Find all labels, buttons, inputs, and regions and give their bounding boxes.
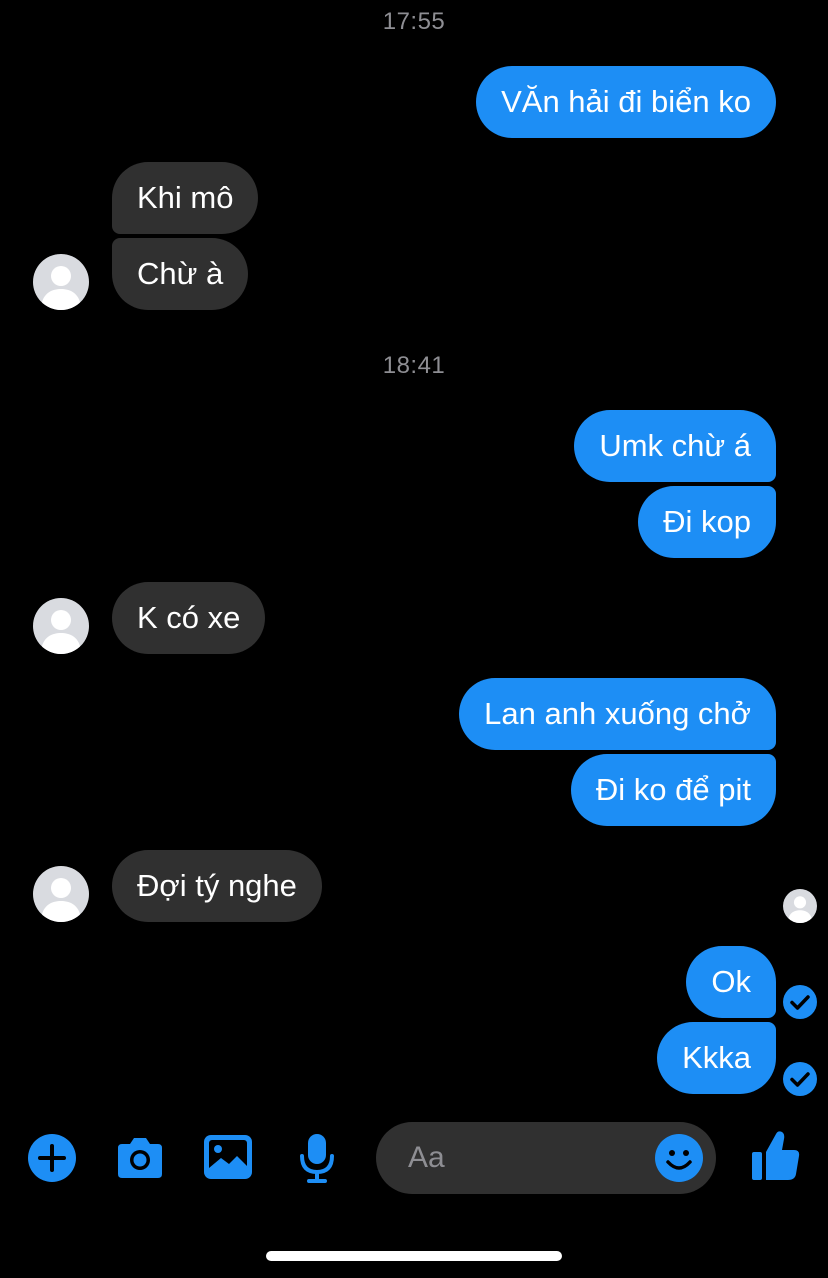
person-silhouette-icon [41,878,81,922]
microphone-icon[interactable] [298,1132,336,1189]
incoming-message[interactable]: Chừ à [112,238,249,310]
seen-receipt-avatar [783,889,817,923]
person-silhouette-icon [41,266,81,310]
outgoing-message[interactable]: Ok [686,946,776,1018]
outgoing-message[interactable]: Đi ko để pit [570,754,776,826]
incoming-message[interactable]: K có xe [112,582,266,654]
outgoing-message[interactable]: Lan anh xuống chở [459,678,776,750]
outgoing-message[interactable]: VĂn hải đi biển ko [476,66,776,138]
thumbs-up-icon[interactable] [750,1128,802,1189]
outgoing-message[interactable]: Umk chừ á [574,410,776,482]
person-silhouette-icon [787,896,813,923]
message-input-placeholder: Aa [408,1141,445,1174]
emoji-icon[interactable] [655,1134,703,1187]
chat-screen: 17:55 VĂn hải đi biển ko Khi mô Chừ à 18… [0,0,828,1278]
contact-avatar[interactable] [33,598,89,654]
contact-avatar[interactable] [33,254,89,310]
timestamp: 17:55 [382,8,446,35]
image-icon[interactable] [203,1134,253,1185]
incoming-message[interactable]: Đợi tý nghe [112,850,322,922]
outgoing-message[interactable]: Kkka [657,1022,776,1094]
outgoing-message[interactable]: Đi kop [638,486,776,558]
plus-icon[interactable] [28,1134,76,1187]
incoming-message[interactable]: Khi mô [112,162,259,234]
home-indicator[interactable] [266,1251,562,1261]
contact-avatar[interactable] [33,866,89,922]
delivered-check-icon [783,1062,817,1096]
camera-icon[interactable] [114,1134,166,1187]
timestamp: 18:41 [382,352,446,379]
delivered-check-icon [783,985,817,1019]
person-silhouette-icon [41,610,81,654]
